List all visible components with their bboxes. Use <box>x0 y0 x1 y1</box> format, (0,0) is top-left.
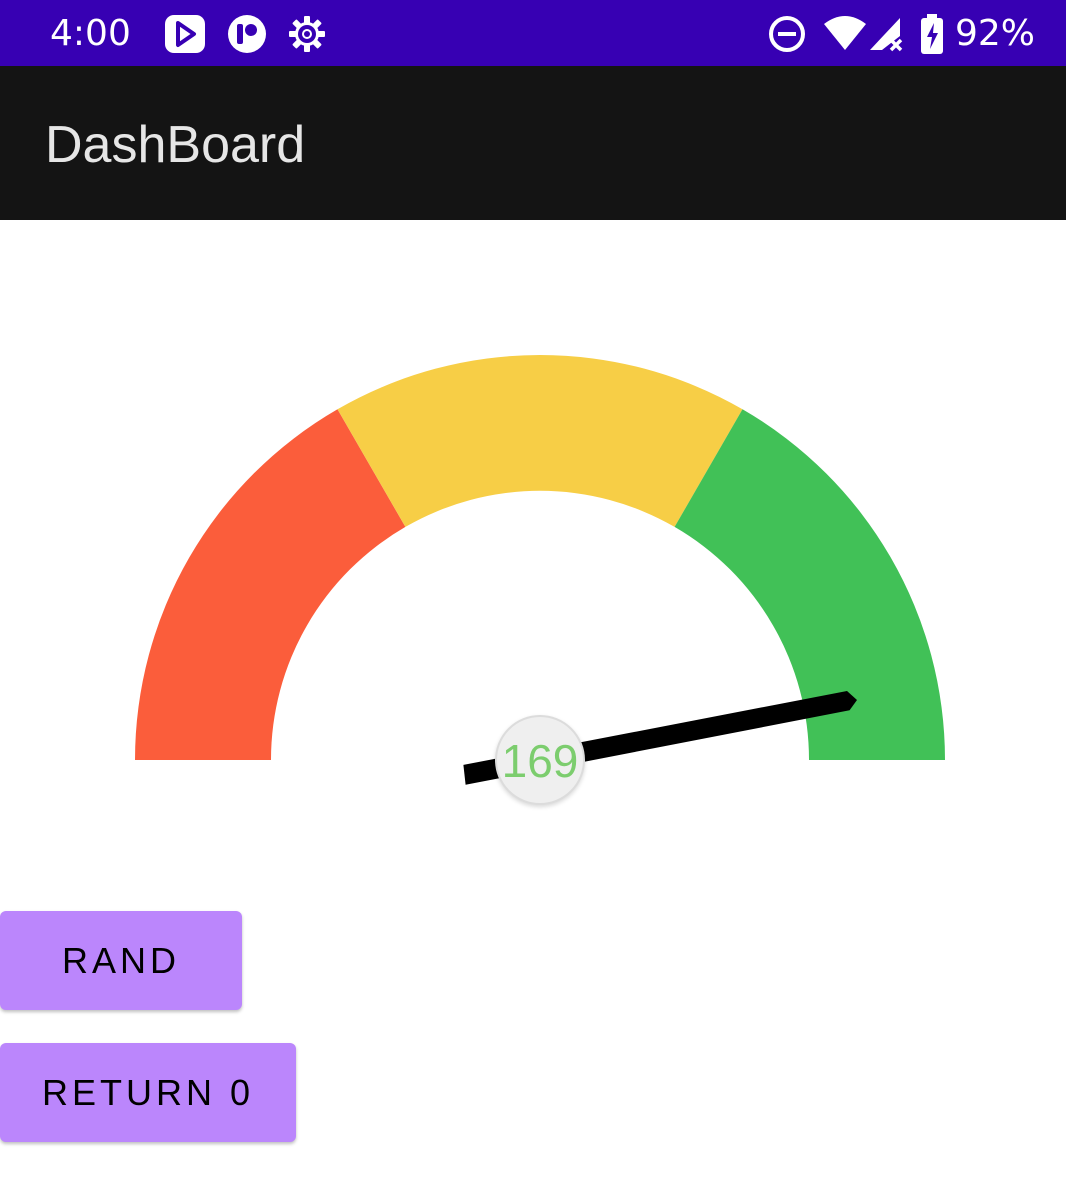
gauge-segment-mid <box>337 355 743 527</box>
cellular-no-signal-icon <box>870 18 903 52</box>
status-bar: 4:00 92% <box>0 0 1066 66</box>
battery-charging-icon <box>921 14 943 54</box>
play-store-icon <box>165 15 205 53</box>
page-title: DashBoard <box>45 116 306 174</box>
app-r-icon <box>228 15 266 53</box>
wifi-icon <box>824 16 866 50</box>
status-time: 4:00 <box>50 13 131 54</box>
settings-gear-icon <box>289 16 325 52</box>
do-not-disturb-icon <box>769 16 805 52</box>
battery-percentage: 92% <box>955 13 1036 54</box>
return-zero-button[interactable]: RETURN 0 <box>0 1043 296 1142</box>
rand-button[interactable]: RAND <box>0 911 242 1010</box>
gauge-value: 169 <box>501 735 579 787</box>
gauge-segment-low <box>135 409 406 760</box>
